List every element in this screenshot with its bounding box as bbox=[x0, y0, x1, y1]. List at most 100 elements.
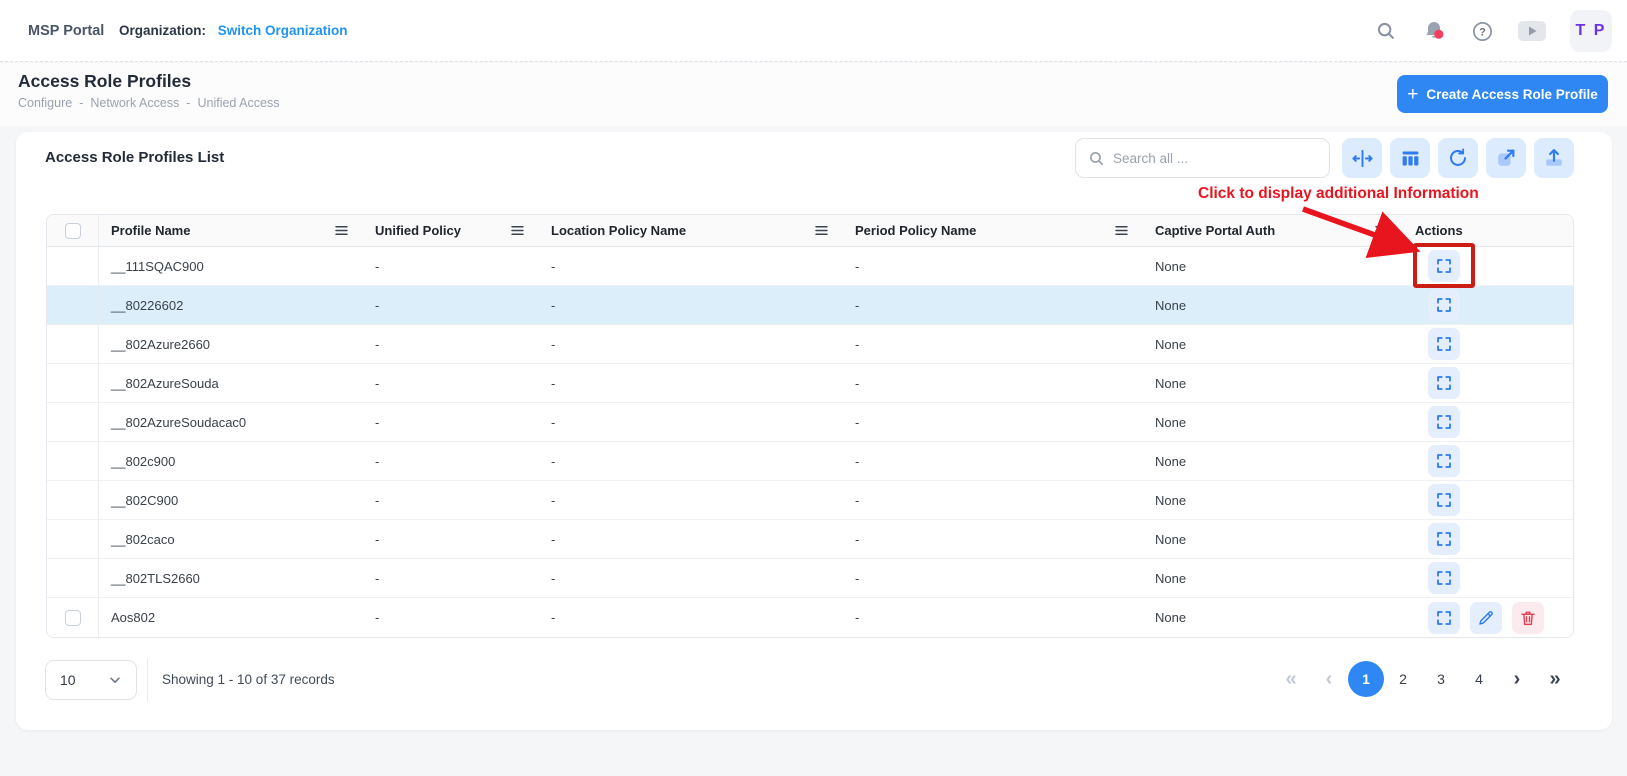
captive-portal-auth-cell: None bbox=[1143, 442, 1403, 480]
profile-name-cell: Aos802 bbox=[99, 598, 363, 637]
first-page-button[interactable]: « bbox=[1272, 660, 1310, 698]
expand-details-icon[interactable] bbox=[1428, 328, 1460, 360]
expand-details-icon[interactable] bbox=[1428, 289, 1460, 321]
table-row[interactable]: __802AzureSoudacac0 - - - None bbox=[47, 403, 1573, 442]
user-avatar[interactable]: T P bbox=[1570, 10, 1612, 52]
open-external-icon[interactable] bbox=[1486, 138, 1526, 178]
breadcrumb: Configure-Network Access-Unified Access bbox=[18, 96, 279, 110]
column-menu-icon[interactable] bbox=[814, 223, 829, 238]
captive-portal-auth-cell: None bbox=[1143, 364, 1403, 402]
last-page-button[interactable]: » bbox=[1536, 660, 1574, 698]
create-button-label: Create Access Role Profile bbox=[1426, 87, 1597, 102]
column-header-label: Location Policy Name bbox=[551, 223, 686, 238]
expand-details-icon[interactable] bbox=[1428, 445, 1460, 477]
breadcrumb-item[interactable]: Configure bbox=[18, 96, 72, 110]
fit-width-icon[interactable] bbox=[1342, 138, 1382, 178]
expand-details-icon[interactable] bbox=[1428, 484, 1460, 516]
unified-policy-cell: - bbox=[363, 481, 539, 519]
actions-cell bbox=[1403, 403, 1573, 441]
actions-cell bbox=[1403, 559, 1573, 597]
pagination: «‹1234›» bbox=[1272, 660, 1574, 698]
column-menu-icon[interactable] bbox=[510, 223, 525, 238]
notifications-bell-icon[interactable] bbox=[1422, 19, 1446, 43]
divider bbox=[147, 658, 148, 702]
actions-cell bbox=[1403, 520, 1573, 558]
unified-policy-cell: - bbox=[363, 286, 539, 324]
period-policy-cell: - bbox=[843, 286, 1143, 324]
unified-policy-cell: - bbox=[363, 364, 539, 402]
profile-name-cell: __802caco bbox=[99, 520, 363, 558]
expand-details-icon[interactable] bbox=[1428, 562, 1460, 594]
brand-title: MSP Portal bbox=[28, 23, 104, 39]
video-tutorials-icon[interactable] bbox=[1518, 19, 1546, 43]
select-all-checkbox[interactable] bbox=[65, 223, 81, 239]
create-access-role-profile-button[interactable]: + Create Access Role Profile bbox=[1397, 75, 1608, 113]
table-row[interactable]: __802Azure2660 - - - None bbox=[47, 325, 1573, 364]
table-row[interactable]: __802c900 - - - None bbox=[47, 442, 1573, 481]
table-row[interactable]: __80226602 - - - None bbox=[47, 286, 1573, 325]
organization: Organization: Switch Organization bbox=[119, 23, 348, 38]
actions-cell bbox=[1403, 481, 1573, 519]
actions-cell bbox=[1403, 364, 1573, 402]
column-header[interactable]: Location Policy Name bbox=[539, 215, 843, 246]
expand-details-icon[interactable] bbox=[1428, 406, 1460, 438]
row-checkbox-cell bbox=[47, 403, 99, 441]
row-checkbox[interactable] bbox=[65, 610, 81, 626]
previous-page-button[interactable]: ‹ bbox=[1310, 660, 1348, 698]
delete-icon[interactable] bbox=[1512, 602, 1544, 634]
page-size-select[interactable]: 10 bbox=[45, 660, 137, 700]
table-row[interactable]: __111SQAC900 - - - None bbox=[47, 247, 1573, 286]
column-header[interactable]: Unified Policy bbox=[363, 215, 539, 246]
page-button[interactable]: 3 bbox=[1422, 660, 1460, 698]
column-header-label: Period Policy Name bbox=[855, 223, 976, 238]
period-policy-cell: - bbox=[843, 247, 1143, 285]
row-checkbox-cell bbox=[47, 559, 99, 597]
columns-icon[interactable] bbox=[1390, 138, 1430, 178]
edit-icon[interactable] bbox=[1470, 602, 1502, 634]
expand-details-icon[interactable] bbox=[1428, 250, 1460, 282]
table-row[interactable]: __802TLS2660 - - - None bbox=[47, 559, 1573, 598]
table-row[interactable]: Aos802 - - - None bbox=[47, 598, 1573, 637]
breadcrumb-separator: - bbox=[79, 96, 83, 110]
row-checkbox-cell bbox=[47, 598, 99, 637]
table-row[interactable]: __802caco - - - None bbox=[47, 520, 1573, 559]
column-menu-icon[interactable] bbox=[334, 223, 349, 238]
captive-portal-auth-cell: None bbox=[1143, 403, 1403, 441]
breadcrumb-item[interactable]: Network Access bbox=[90, 96, 179, 110]
location-policy-cell: - bbox=[539, 598, 843, 637]
column-header[interactable]: Period Policy Name bbox=[843, 215, 1143, 246]
search-input[interactable] bbox=[1113, 151, 1317, 166]
help-icon[interactable]: ? bbox=[1470, 19, 1494, 43]
row-checkbox-cell bbox=[47, 325, 99, 363]
captive-portal-auth-cell: None bbox=[1143, 598, 1403, 637]
page-header: Access Role Profiles Configure-Network A… bbox=[0, 63, 1627, 126]
column-menu-icon[interactable] bbox=[1374, 223, 1389, 238]
refresh-icon[interactable] bbox=[1438, 138, 1478, 178]
column-menu-icon[interactable] bbox=[1114, 223, 1129, 238]
column-header[interactable]: Profile Name bbox=[99, 215, 363, 246]
profile-name-cell: __111SQAC900 bbox=[99, 247, 363, 285]
header-cell-checkbox bbox=[47, 215, 99, 246]
page-button[interactable]: 1 bbox=[1348, 661, 1384, 697]
column-header[interactable]: Actions bbox=[1403, 215, 1573, 246]
page-button[interactable]: 4 bbox=[1460, 660, 1498, 698]
switch-organization-link[interactable]: Switch Organization bbox=[218, 23, 348, 38]
column-header[interactable]: Captive Portal Auth bbox=[1143, 215, 1403, 246]
upload-icon[interactable] bbox=[1534, 138, 1574, 178]
chevron-down-icon bbox=[108, 673, 122, 687]
expand-details-icon[interactable] bbox=[1428, 523, 1460, 555]
table-row[interactable]: __802AzureSouda - - - None bbox=[47, 364, 1573, 403]
breadcrumb-item[interactable]: Unified Access bbox=[197, 96, 279, 110]
expand-details-icon[interactable] bbox=[1428, 367, 1460, 399]
search-icon[interactable] bbox=[1374, 19, 1398, 43]
expand-details-icon[interactable] bbox=[1428, 602, 1460, 634]
location-policy-cell: - bbox=[539, 442, 843, 480]
actions-cell bbox=[1403, 442, 1573, 480]
unified-policy-cell: - bbox=[363, 325, 539, 363]
column-header-label: Actions bbox=[1415, 223, 1463, 238]
next-page-button[interactable]: › bbox=[1498, 660, 1536, 698]
page-button[interactable]: 2 bbox=[1384, 660, 1422, 698]
period-policy-cell: - bbox=[843, 598, 1143, 637]
table-body: __111SQAC900 - - - None bbox=[47, 247, 1573, 637]
table-row[interactable]: __802C900 - - - None bbox=[47, 481, 1573, 520]
